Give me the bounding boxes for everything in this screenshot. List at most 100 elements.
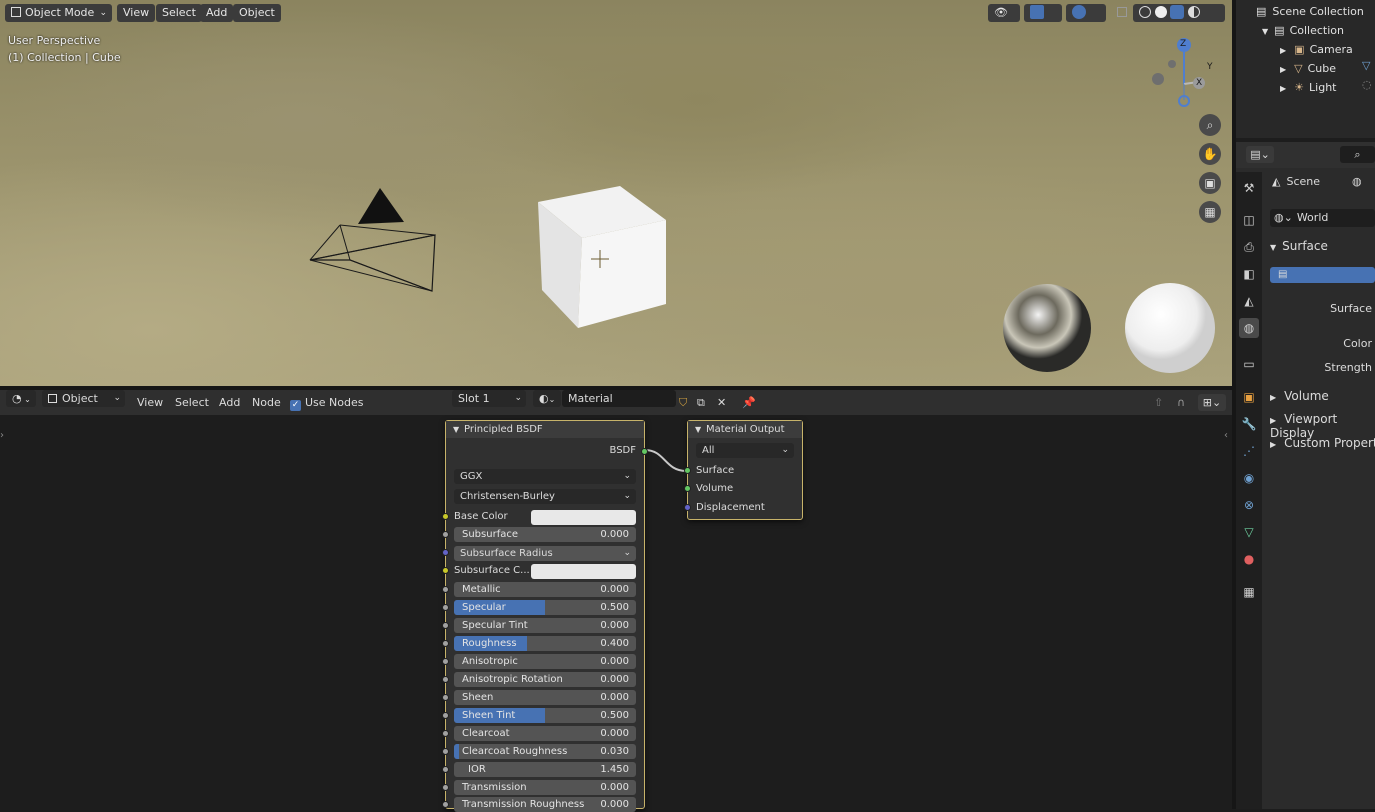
collection-tab-icon[interactable]: ▭ (1239, 354, 1259, 374)
material-tab-icon[interactable]: ● (1239, 549, 1259, 569)
outliner-item-camera[interactable]: ▶ ▣ Camera (1280, 40, 1353, 59)
material-slot-dropdown[interactable]: Slot 1 ⌄ (452, 390, 526, 407)
snap-icon[interactable]: ∩ (1177, 394, 1185, 411)
subsurface-color-swatch[interactable] (531, 564, 636, 579)
bsdf-field-ior[interactable]: IOR 1.450 (454, 762, 636, 777)
world-tab-icon[interactable]: ◍ (1239, 318, 1259, 338)
3d-viewport[interactable]: Object Mode ⌄ View Select Add Object 👁 Us… (0, 0, 1232, 386)
volume-input-socket[interactable] (684, 485, 691, 492)
search-icon[interactable]: ⌕ (1340, 146, 1375, 163)
toolbar-expand-arrow[interactable]: › (0, 430, 4, 441)
base-color-swatch[interactable] (531, 510, 636, 525)
node-menu-node[interactable]: Node (252, 394, 281, 411)
material-shading-icon[interactable] (1170, 5, 1184, 19)
viewport-menu-object[interactable]: Object (233, 4, 281, 22)
parent-node-tree-icon[interactable]: ⇧ (1154, 394, 1163, 411)
input-socket[interactable] (442, 748, 449, 755)
object-tab-icon[interactable]: ▣ (1239, 387, 1259, 407)
input-socket[interactable] (442, 766, 449, 773)
input-socket[interactable] (442, 676, 449, 683)
view-layer-tab-icon[interactable]: ◧ (1239, 264, 1259, 284)
bsdf-output-socket[interactable] (641, 448, 648, 455)
subsurface-radius-socket[interactable] (442, 549, 449, 556)
bsdf-field-sheen-tint[interactable]: Sheen Tint 0.500 (454, 708, 636, 723)
input-socket[interactable] (442, 622, 449, 629)
camera-view-icon[interactable]: ▣ (1199, 172, 1221, 194)
shader-type-dropdown[interactable]: Object ⌄ (42, 390, 125, 407)
particles-tab-icon[interactable]: ⋰ (1239, 441, 1259, 461)
bsdf-field-specular[interactable]: Specular 0.500 (454, 600, 636, 615)
unlink-material-icon[interactable]: ✕ (717, 394, 726, 411)
cube-object[interactable] (530, 182, 675, 334)
subsurface-color-socket[interactable] (442, 567, 449, 574)
base-color-socket[interactable] (442, 513, 449, 520)
bsdf-field-transmission-roughness[interactable]: Transmission Roughness 0.000 (454, 797, 636, 812)
bsdf-field-metallic[interactable]: Metallic 0.000 (454, 582, 636, 597)
bsdf-field-subsurface[interactable]: Subsurface 0.000 (454, 527, 636, 542)
output-tab-icon[interactable]: ⎙ (1239, 237, 1259, 257)
solid-shading-icon[interactable] (1154, 6, 1167, 18)
input-socket[interactable] (442, 712, 449, 719)
mode-dropdown[interactable]: Object Mode ⌄ (5, 4, 112, 22)
input-socket[interactable] (442, 784, 449, 791)
viewport-menu-add[interactable]: Add (200, 4, 234, 22)
bsdf-field-specular-tint[interactable]: Specular Tint 0.000 (454, 618, 636, 633)
input-socket[interactable] (442, 586, 449, 593)
material-name-field[interactable]: Material (562, 390, 676, 407)
visibility-dropdown[interactable]: 👁 (988, 4, 1020, 22)
subsurface-method-dropdown[interactable]: Christensen-Burley ⌄ (454, 489, 636, 504)
bsdf-field-anisotropic[interactable]: Anisotropic 0.000 (454, 654, 636, 669)
render-tab-icon[interactable]: ◫ (1239, 210, 1259, 230)
grid-view-icon[interactable]: ▦ (1199, 201, 1221, 223)
bsdf-field-transmission[interactable]: Transmission 0.000 (454, 780, 636, 795)
custom-properties-section-header[interactable]: ▶Custom Propertie (1270, 436, 1375, 450)
use-nodes-button[interactable]: ▤ (1270, 267, 1375, 283)
outliner-item-light[interactable]: ▶ ☀ Light (1280, 78, 1336, 97)
world-datablock-field[interactable]: ◍⌄ World (1270, 209, 1375, 227)
fake-user-shield-icon[interactable]: ⛉ (679, 394, 687, 411)
collection-row[interactable]: ▼ ▤ Collection (1262, 21, 1344, 40)
input-socket[interactable] (442, 640, 449, 647)
principled-bsdf-node[interactable]: ▼ Principled BSDF BSDF GGX ⌄ Christensen-B… (442, 420, 648, 812)
tool-tab-icon[interactable]: ⚒ (1239, 178, 1259, 198)
surface-section-header[interactable]: ▼ Surface (1270, 239, 1328, 253)
snap-mode-dropdown[interactable]: ⊞⌄ (1198, 394, 1226, 411)
overlay-toggle[interactable] (1066, 4, 1106, 22)
material-output-header[interactable]: ▼ Material Output (688, 421, 802, 438)
displacement-input-socket[interactable] (684, 504, 691, 511)
use-nodes-checkbox[interactable]: ✓ Use Nodes (290, 394, 364, 411)
properties-editor[interactable]: ▤⌄ ⌕ ⚒ ◫ ⎙ ◧ ◭ ◍ ▭ ▣ 🔧 ⋰ ◉ ⊗ ▽ ● ▦ ◭ Scen… (1236, 142, 1375, 809)
editor-type-dropdown[interactable]: ▤⌄ (1246, 146, 1274, 163)
viewport-menu-view[interactable]: View (117, 4, 156, 22)
constraints-tab-icon[interactable]: ⊗ (1239, 495, 1259, 515)
input-socket[interactable] (442, 604, 449, 611)
object-data-tab-icon[interactable]: ▽ (1239, 522, 1259, 542)
outliner-item-cube[interactable]: ▶ ▽ Cube (1280, 59, 1336, 78)
principled-bsdf-header[interactable]: ▼ Principled BSDF (446, 421, 644, 438)
output-target-dropdown[interactable]: All ⌄ (696, 443, 794, 458)
input-socket[interactable] (442, 730, 449, 737)
input-socket[interactable] (442, 658, 449, 665)
bsdf-field-clearcoat[interactable]: Clearcoat 0.000 (454, 726, 636, 741)
node-menu-select[interactable]: Select (175, 394, 209, 411)
input-socket[interactable] (442, 801, 449, 808)
scene-tab-icon[interactable]: ◭ (1239, 291, 1259, 311)
shading-modes[interactable] (1133, 4, 1225, 22)
modifier-tab-icon[interactable]: 🔧 (1239, 414, 1259, 434)
node-menu-add[interactable]: Add (219, 394, 240, 411)
gizmo-toggle[interactable] (1024, 4, 1062, 22)
input-socket[interactable] (442, 531, 449, 538)
bsdf-field-anisotropic-rotation[interactable]: Anisotropic Rotation 0.000 (454, 672, 636, 687)
duplicate-material-icon[interactable]: ⧉ (697, 394, 705, 411)
input-socket[interactable] (442, 694, 449, 701)
physics-tab-icon[interactable]: ◉ (1239, 468, 1259, 488)
volume-section-header[interactable]: ▶ Volume (1270, 389, 1329, 403)
viewport-menu-select[interactable]: Select (156, 4, 202, 22)
wireframe-shading-icon[interactable] (1139, 6, 1151, 18)
subsurface-radius-dropdown[interactable]: Subsurface Radius ⌄ (454, 546, 636, 561)
bsdf-field-sheen[interactable]: Sheen 0.000 (454, 690, 636, 705)
bsdf-field-clearcoat-roughness[interactable]: Clearcoat Roughness 0.030 (454, 744, 636, 759)
bsdf-field-roughness[interactable]: Roughness 0.400 (454, 636, 636, 651)
node-menu-view[interactable]: View (137, 394, 163, 411)
outliner[interactable]: ▤ Scene Collection ▼ ▤ Collection ▶ ▣ Camera … (1236, 0, 1375, 138)
